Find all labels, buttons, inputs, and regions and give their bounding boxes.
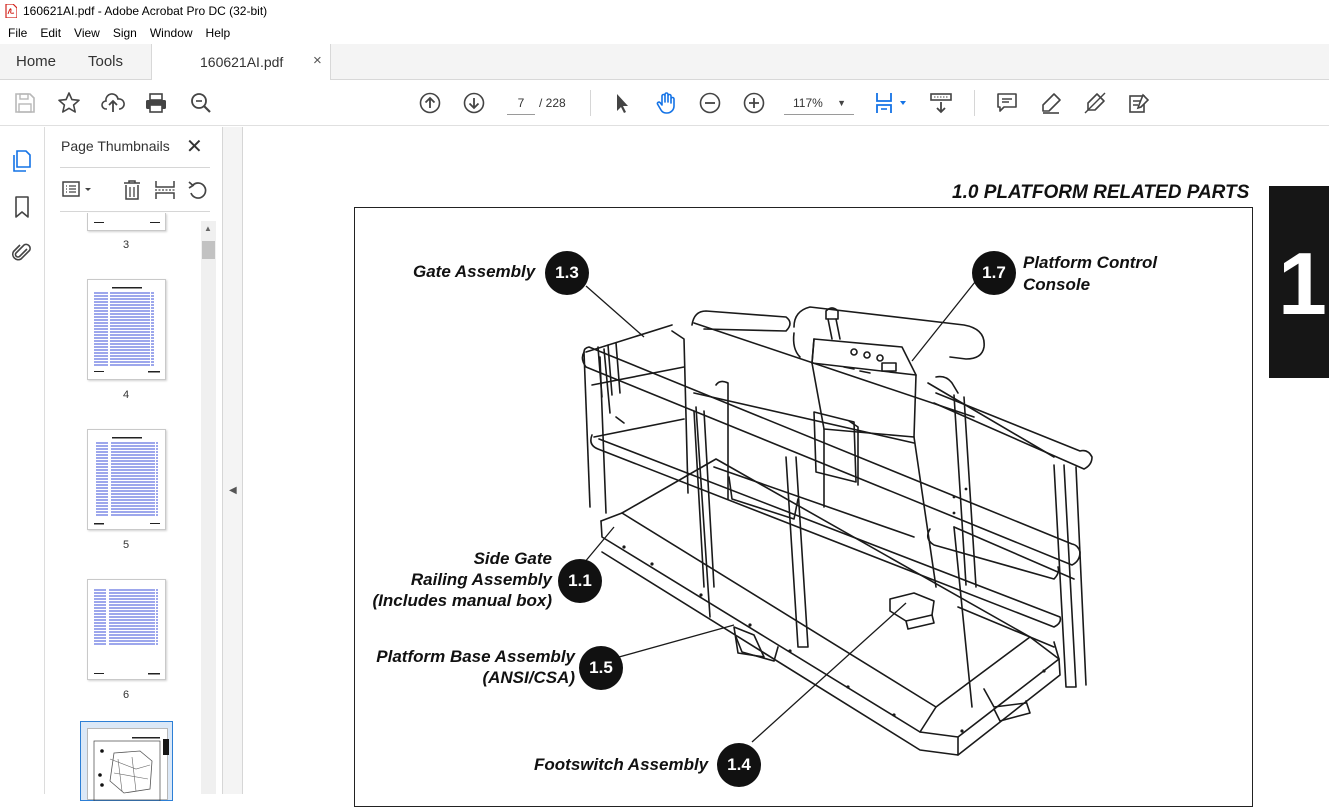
menu-window[interactable]: Window	[142, 26, 198, 40]
menu-view[interactable]: View	[66, 26, 105, 40]
search-icon[interactable]	[189, 91, 213, 115]
tab-bar: Home Tools 160621AI.pdf ×	[0, 44, 1329, 81]
callout-side-gate-line1: Side Gate	[473, 549, 552, 568]
callout-badge-1-4: 1.4	[717, 743, 761, 787]
page-number-input[interactable]: 7	[507, 93, 535, 115]
options-menu-icon[interactable]	[61, 179, 95, 201]
page-up-icon[interactable]	[418, 91, 442, 115]
thumbnail-label: 4	[122, 389, 130, 401]
sign-icon[interactable]	[1083, 91, 1107, 115]
thumbnail-page-5[interactable]	[87, 429, 166, 530]
callout-gate-assembly-label: Gate Assembly	[413, 262, 536, 281]
tab-tools[interactable]: Tools	[88, 44, 123, 80]
page-total: / 228	[539, 96, 566, 110]
close-icon[interactable]: ✕	[186, 134, 203, 159]
thumbnail-label: 5	[122, 539, 130, 551]
thumbnail-page-6[interactable]	[87, 579, 166, 680]
comment-icon[interactable]	[995, 91, 1019, 115]
panel-divider	[60, 167, 210, 168]
zoom-out-icon[interactable]	[698, 91, 722, 115]
page-thumbnails-icon[interactable]	[10, 149, 34, 173]
toolbar: 7 / 228 117% ▼	[0, 80, 1329, 126]
document-tab-label: 160621AI.pdf	[200, 54, 284, 70]
rotate-icon[interactable]	[186, 179, 210, 201]
platform-illustration	[578, 281, 1093, 756]
fill-sign-icon[interactable]	[1127, 91, 1151, 115]
page-down-icon[interactable]	[462, 91, 486, 115]
window-title: 160621AI.pdf - Adobe Acrobat Pro DC (32-…	[23, 4, 268, 18]
panel-splitter[interactable]: ◀	[223, 127, 243, 794]
toolbar-divider	[590, 90, 591, 116]
scrollbar-thumb[interactable]	[202, 241, 215, 259]
thumbnail-page-4[interactable]	[87, 279, 166, 380]
callout-badge-1-5: 1.5	[579, 646, 623, 690]
thumbnail-label: 6	[122, 689, 130, 701]
pdf-file-icon	[5, 4, 17, 18]
callout-badge-1-3: 1.3	[545, 251, 589, 295]
section-tab-number: 1	[1278, 234, 1327, 333]
close-tab-icon[interactable]: ×	[313, 52, 322, 69]
select-arrow-icon[interactable]	[610, 91, 634, 115]
hand-icon[interactable]	[654, 91, 678, 115]
callout-footswitch-label: Footswitch Assembly	[534, 755, 709, 774]
scroll-up-icon[interactable]: ▲	[204, 224, 212, 233]
thumbnail-scrollbar[interactable]: ▲	[201, 221, 216, 794]
title-bar: 160621AI.pdf - Adobe Acrobat Pro DC (32-…	[0, 0, 1329, 22]
callout-console-label-line2: Console	[1023, 275, 1091, 294]
extract-pages-icon[interactable]	[153, 179, 177, 201]
section-title: 1.0 PLATFORM RELATED PARTS	[952, 182, 1250, 203]
zoom-level-value: 117%	[793, 96, 823, 110]
attachment-icon[interactable]	[10, 240, 34, 264]
callout-badge-1-7: 1.7	[972, 251, 1016, 295]
menu-edit[interactable]: Edit	[32, 26, 66, 40]
toolbar-divider	[974, 90, 975, 116]
thumbnail-page-3[interactable]	[87, 213, 166, 231]
save-icon[interactable]	[13, 91, 37, 115]
thumbnail-page-7-selected[interactable]	[80, 721, 173, 802]
callout-side-gate-line3: (Includes manual box)	[372, 591, 552, 610]
callout-side-gate-line2: Railing Assembly	[410, 570, 552, 589]
delete-icon[interactable]	[120, 179, 144, 201]
callout-console-label-line1: Platform Control	[1023, 253, 1158, 272]
panel-title: Page Thumbnails	[61, 138, 170, 154]
zoom-in-icon[interactable]	[742, 91, 766, 115]
fit-page-icon[interactable]	[874, 91, 910, 115]
chevron-down-icon: ▼	[837, 98, 846, 108]
zoom-level-select[interactable]: 117% ▼	[784, 93, 854, 115]
menu-help[interactable]: Help	[198, 26, 236, 40]
menu-sign[interactable]: Sign	[105, 26, 142, 40]
tab-home[interactable]: Home	[16, 44, 56, 80]
menu-file[interactable]: File	[0, 26, 32, 40]
print-icon[interactable]	[144, 91, 168, 115]
panel-divider	[60, 211, 210, 212]
left-navigation-rail	[0, 127, 45, 794]
thumbnail-label: 3	[122, 239, 130, 251]
star-icon[interactable]	[57, 91, 81, 115]
callout-platform-base-line2: (ANSI/CSA)	[482, 668, 575, 687]
scroll-mode-icon[interactable]	[929, 91, 953, 115]
callout-badge-1-1: 1.1	[558, 559, 602, 603]
bookmark-icon[interactable]	[10, 195, 34, 219]
tab-document[interactable]: 160621AI.pdf ×	[151, 44, 331, 81]
callout-platform-base-line1: Platform Base Assembly	[376, 647, 575, 666]
menu-bar: File Edit View Sign Window Help	[0, 22, 1329, 44]
collapse-panel-icon[interactable]: ◀	[229, 485, 237, 496]
upload-icon[interactable]	[101, 91, 125, 115]
highlight-icon[interactable]	[1039, 91, 1063, 115]
